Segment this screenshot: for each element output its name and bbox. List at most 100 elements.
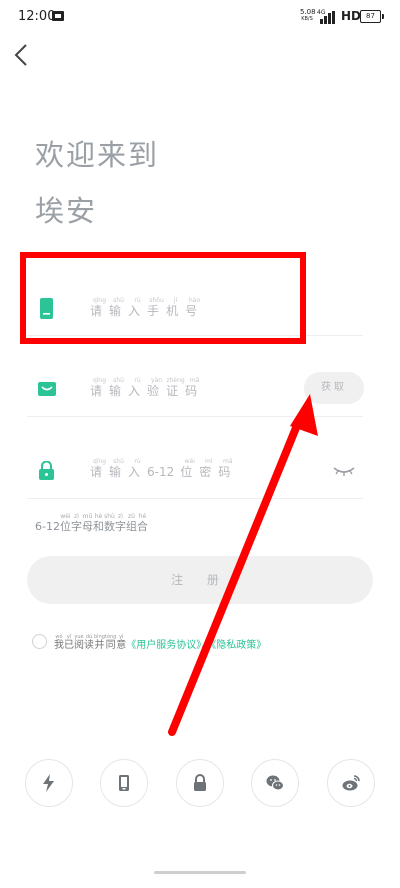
home-indicator[interactable]: [154, 871, 246, 874]
speed-value: 5.08: [300, 8, 316, 16]
phone-login-button[interactable]: [100, 759, 148, 807]
pinyin: hé: [92, 513, 104, 520]
pinyin: yuè: [74, 634, 84, 640]
char: 读: [84, 640, 94, 651]
pinyin: yàn: [147, 377, 167, 384]
network-speed: 5.08 KB/S: [300, 8, 316, 23]
pinyin: shū: [109, 458, 129, 465]
pinyin: yì: [116, 634, 127, 640]
welcome-line-2: 埃安: [35, 194, 98, 228]
char: 字: [70, 520, 82, 533]
ruby-char: 我wǒ: [54, 634, 64, 651]
hint-range: 6-12: [35, 520, 60, 533]
char: 和: [92, 520, 104, 533]
char: 组: [125, 520, 137, 533]
char: 输: [109, 384, 129, 398]
speed-unit: KB/S: [301, 16, 313, 22]
char: 合: [136, 520, 148, 533]
wechat-icon: [266, 775, 284, 791]
char: 数: [103, 520, 115, 533]
pinyin: zǔ: [125, 513, 137, 520]
password-range: 6-12: [147, 465, 175, 479]
char: 意: [116, 640, 127, 651]
weibo-login-button[interactable]: [327, 759, 375, 807]
verification-code-input[interactable]: 请qǐng输shū入rù验yàn证zhèng码mǎ: [90, 377, 204, 399]
divider: [27, 498, 363, 499]
pinyin: yǐ: [64, 634, 74, 640]
pinyin: mǎ: [218, 458, 238, 465]
battery-icon: 87: [360, 10, 384, 23]
pinyin: shù: [103, 513, 115, 520]
quick-login-button[interactable]: [25, 759, 73, 807]
ruby-char: 请qǐng: [90, 458, 109, 479]
char: 入: [128, 465, 148, 479]
char: 码: [218, 465, 238, 479]
pinyin: mǔ: [81, 513, 93, 520]
pinyin: zì: [70, 513, 82, 520]
eye-closed-icon[interactable]: [332, 463, 356, 479]
password-input[interactable]: 请qǐng输shū入rù6-12 位wèi密mì码mǎ: [90, 458, 237, 480]
ruby-char: 入rù: [128, 377, 147, 398]
divider: [27, 416, 363, 417]
char: 字: [114, 520, 126, 533]
agreement-text: 我wǒ已yǐ阅yuè读dú并bìng同tóng意yì《用户服务协议》、《隐私政策…: [54, 634, 266, 651]
register-button[interactable]: 注 册: [27, 556, 373, 604]
ruby-char: 组zǔ: [125, 513, 137, 533]
ruby-char: 已yǐ: [64, 634, 74, 651]
pinyin: tóng: [104, 634, 117, 640]
user-agreement-link[interactable]: 《用户服务协议》: [126, 640, 201, 651]
pinyin: wèi: [180, 458, 200, 465]
wechat-login-button[interactable]: [251, 759, 299, 807]
char: 码: [185, 384, 205, 398]
char: 验: [147, 384, 167, 398]
ruby-char: 码mǎ: [185, 377, 205, 398]
ruby-char: 合hé: [136, 513, 148, 533]
pinyin: mǎ: [185, 377, 205, 384]
char: 输: [109, 465, 129, 479]
status-time: 12:00: [18, 9, 56, 24]
password-login-button[interactable]: [176, 759, 224, 807]
agreement-checkbox[interactable]: [32, 634, 47, 649]
lock-icon: [194, 774, 206, 791]
status-bar: 12:00 5.08 KB/S 4G HD 87: [0, 0, 400, 34]
pinyin: rù: [128, 377, 148, 384]
weibo-icon: [342, 775, 360, 791]
code-field-icon: [38, 381, 56, 398]
char: 密: [199, 465, 219, 479]
ruby-char: 意yì: [116, 634, 127, 651]
char: 母: [81, 520, 93, 533]
phone-icon: [119, 775, 129, 791]
pinyin: rù: [128, 458, 148, 465]
pinyin: zhèng: [166, 377, 186, 384]
ruby-char: 同tóng: [105, 634, 116, 651]
pinyin: wèi: [59, 513, 71, 520]
ruby-char: 入rù: [128, 458, 148, 479]
pinyin: zì: [114, 513, 126, 520]
back-button[interactable]: [10, 42, 34, 68]
ruby-char: 验yàn: [147, 377, 167, 398]
ruby-char: 输shū: [109, 377, 129, 398]
get-code-button[interactable]: 获取: [304, 372, 364, 404]
char: 我: [54, 640, 64, 651]
ruby-char: 证zhèng: [166, 377, 186, 398]
privacy-policy-link[interactable]: 《隐私政策》: [211, 640, 266, 651]
ruby-char: 位wèi: [180, 458, 200, 479]
char: 位: [59, 520, 71, 533]
char: 位: [180, 465, 200, 479]
char: 请: [90, 384, 110, 398]
ruby-char: 字zì: [114, 513, 126, 533]
highlight-box: [20, 252, 306, 344]
char: 证: [166, 384, 186, 398]
char: 已: [64, 640, 74, 651]
ruby-char: 字zì: [70, 513, 82, 533]
ruby-char: 并bìng: [94, 634, 105, 651]
signal-icon: [320, 11, 338, 24]
pinyin: mì: [199, 458, 219, 465]
ruby-char: 请qǐng: [90, 377, 110, 398]
pinyin: qǐng: [90, 377, 109, 384]
ruby-char: 母mǔ: [81, 513, 93, 533]
hd-indicator: HD: [341, 9, 362, 23]
pinyin: wǒ: [54, 634, 64, 640]
char: 并: [94, 640, 105, 651]
ruby-char: 位wèi: [59, 513, 71, 533]
